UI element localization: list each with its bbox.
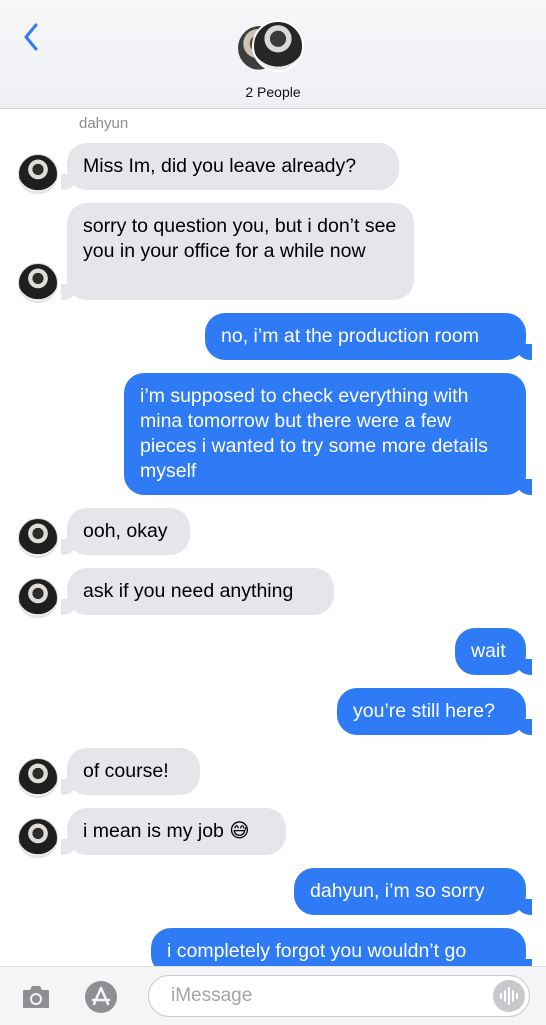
sender-name: dahyun <box>79 115 129 132</box>
message-bubble-incoming[interactable]: ask if you need anything <box>61 568 334 615</box>
avatar <box>252 20 304 72</box>
message-bubble-outgoing[interactable]: i’m supposed to check everything with mi… <box>124 373 532 495</box>
avatar[interactable] <box>18 263 58 303</box>
message-bubble-incoming[interactable]: i mean is my job 😅 <box>61 808 286 855</box>
avatar[interactable] <box>18 818 58 858</box>
message-bubble-outgoing[interactable]: wait <box>455 628 532 675</box>
people-count-label[interactable]: 2 People <box>0 84 546 100</box>
composer-bar: iMessage <box>0 966 546 1025</box>
message-bubble-incoming[interactable]: sorry to question you, but i don’t see y… <box>61 203 414 300</box>
waveform-icon <box>500 987 518 1005</box>
message-bubble-incoming[interactable]: of course! <box>61 748 200 795</box>
group-avatars[interactable] <box>238 20 310 76</box>
voice-message-button[interactable] <box>493 980 525 1012</box>
conversation-header: 2 People <box>0 0 546 109</box>
back-button[interactable] <box>14 20 48 54</box>
avatar[interactable] <box>18 154 58 194</box>
avatar[interactable] <box>18 578 58 618</box>
chevron-left-icon <box>24 23 38 51</box>
app-store-button[interactable] <box>84 980 118 1014</box>
message-input-placeholder: iMessage <box>171 985 253 1006</box>
camera-icon <box>23 986 49 1008</box>
message-bubble-outgoing[interactable]: no, i’m at the production room <box>205 313 532 360</box>
message-input[interactable]: iMessage <box>148 975 530 1017</box>
message-bubble-incoming[interactable]: Miss Im, did you leave already? <box>61 143 399 190</box>
message-bubble-outgoing[interactable]: dahyun, i’m so sorry <box>294 868 532 915</box>
camera-button[interactable] <box>20 984 52 1010</box>
message-bubble-outgoing[interactable]: you’re still here? <box>337 688 532 735</box>
avatar[interactable] <box>18 518 58 558</box>
app-store-icon <box>85 981 117 1013</box>
avatar[interactable] <box>18 758 58 798</box>
message-bubble-incoming[interactable]: ooh, okay <box>61 508 190 555</box>
